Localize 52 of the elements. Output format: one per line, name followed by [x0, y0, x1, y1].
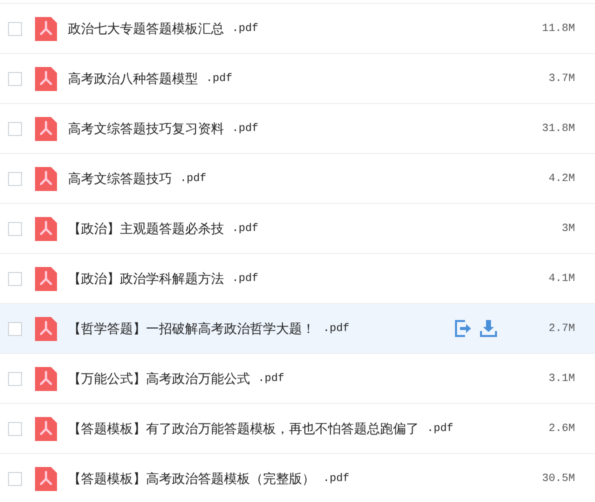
file-size: 2.6M: [548, 422, 576, 434]
file-size: 30.5M: [540, 472, 576, 484]
checkbox[interactable]: [8, 172, 22, 186]
pdf-file-icon: [35, 16, 57, 40]
file-extension: .pdf: [427, 422, 454, 434]
checkbox[interactable]: [8, 72, 22, 86]
checkbox[interactable]: [8, 272, 22, 286]
pdf-file-icon: [35, 416, 57, 440]
file-name[interactable]: 【答题模板】高考政治答题模板（完整版）: [68, 470, 315, 488]
file-extension: .pdf: [258, 372, 284, 384]
file-extension: .pdf: [323, 322, 350, 334]
file-extension: .pdf: [232, 272, 258, 284]
pdf-file-icon: [35, 116, 57, 140]
pdf-file-icon: [35, 216, 57, 240]
file-name[interactable]: 政治七大专题答题模板汇总: [68, 20, 224, 38]
checkbox[interactable]: [8, 22, 22, 36]
file-name[interactable]: 【万能公式】高考政治万能公式: [68, 370, 250, 388]
pdf-file-icon: [35, 66, 57, 90]
file-size: 3.1M: [548, 372, 576, 384]
checkbox[interactable]: [8, 322, 22, 336]
file-size: 3.7M: [548, 72, 576, 84]
file-size: 3M: [560, 222, 576, 234]
file-size: 11.8M: [540, 22, 576, 34]
pdf-file-icon: [35, 366, 57, 390]
file-extension: .pdf: [206, 72, 232, 84]
file-size: 31.8M: [540, 122, 576, 134]
file-name[interactable]: 【答题模板】有了政治万能答题模板，再也不怕答题总跑偏了: [68, 420, 419, 438]
file-size: 2.7M: [548, 322, 576, 334]
move-icon[interactable]: [455, 320, 472, 337]
file-name[interactable]: 高考政治八种答题模型: [68, 70, 198, 88]
file-name[interactable]: 【政治】政治学科解题方法: [68, 270, 224, 288]
file-size: 4.1M: [548, 272, 576, 284]
file-extension: .pdf: [180, 172, 206, 184]
pdf-file-icon: [35, 166, 57, 190]
file-extension: .pdf: [232, 222, 258, 234]
file-name[interactable]: 【哲学答题】一招破解高考政治哲学大题！: [68, 320, 315, 338]
file-extension: .pdf: [232, 122, 258, 134]
pdf-file-icon: [35, 316, 57, 340]
checkbox[interactable]: [8, 472, 22, 486]
file-size: 4.2M: [548, 172, 576, 184]
checkbox[interactable]: [8, 122, 22, 136]
checkbox[interactable]: [8, 222, 22, 236]
download-icon[interactable]: [480, 320, 497, 337]
file-extension: .pdf: [232, 22, 258, 34]
file-name[interactable]: 高考文综答题技巧复习资料: [68, 120, 224, 138]
file-extension: .pdf: [323, 472, 350, 484]
pdf-file-icon: [35, 466, 57, 490]
file-name[interactable]: 高考文综答题技巧: [68, 170, 172, 188]
checkbox[interactable]: [8, 422, 22, 436]
file-name[interactable]: 【政治】主观题答题必杀技: [68, 220, 224, 238]
checkbox[interactable]: [8, 372, 22, 386]
pdf-file-icon: [35, 266, 57, 290]
